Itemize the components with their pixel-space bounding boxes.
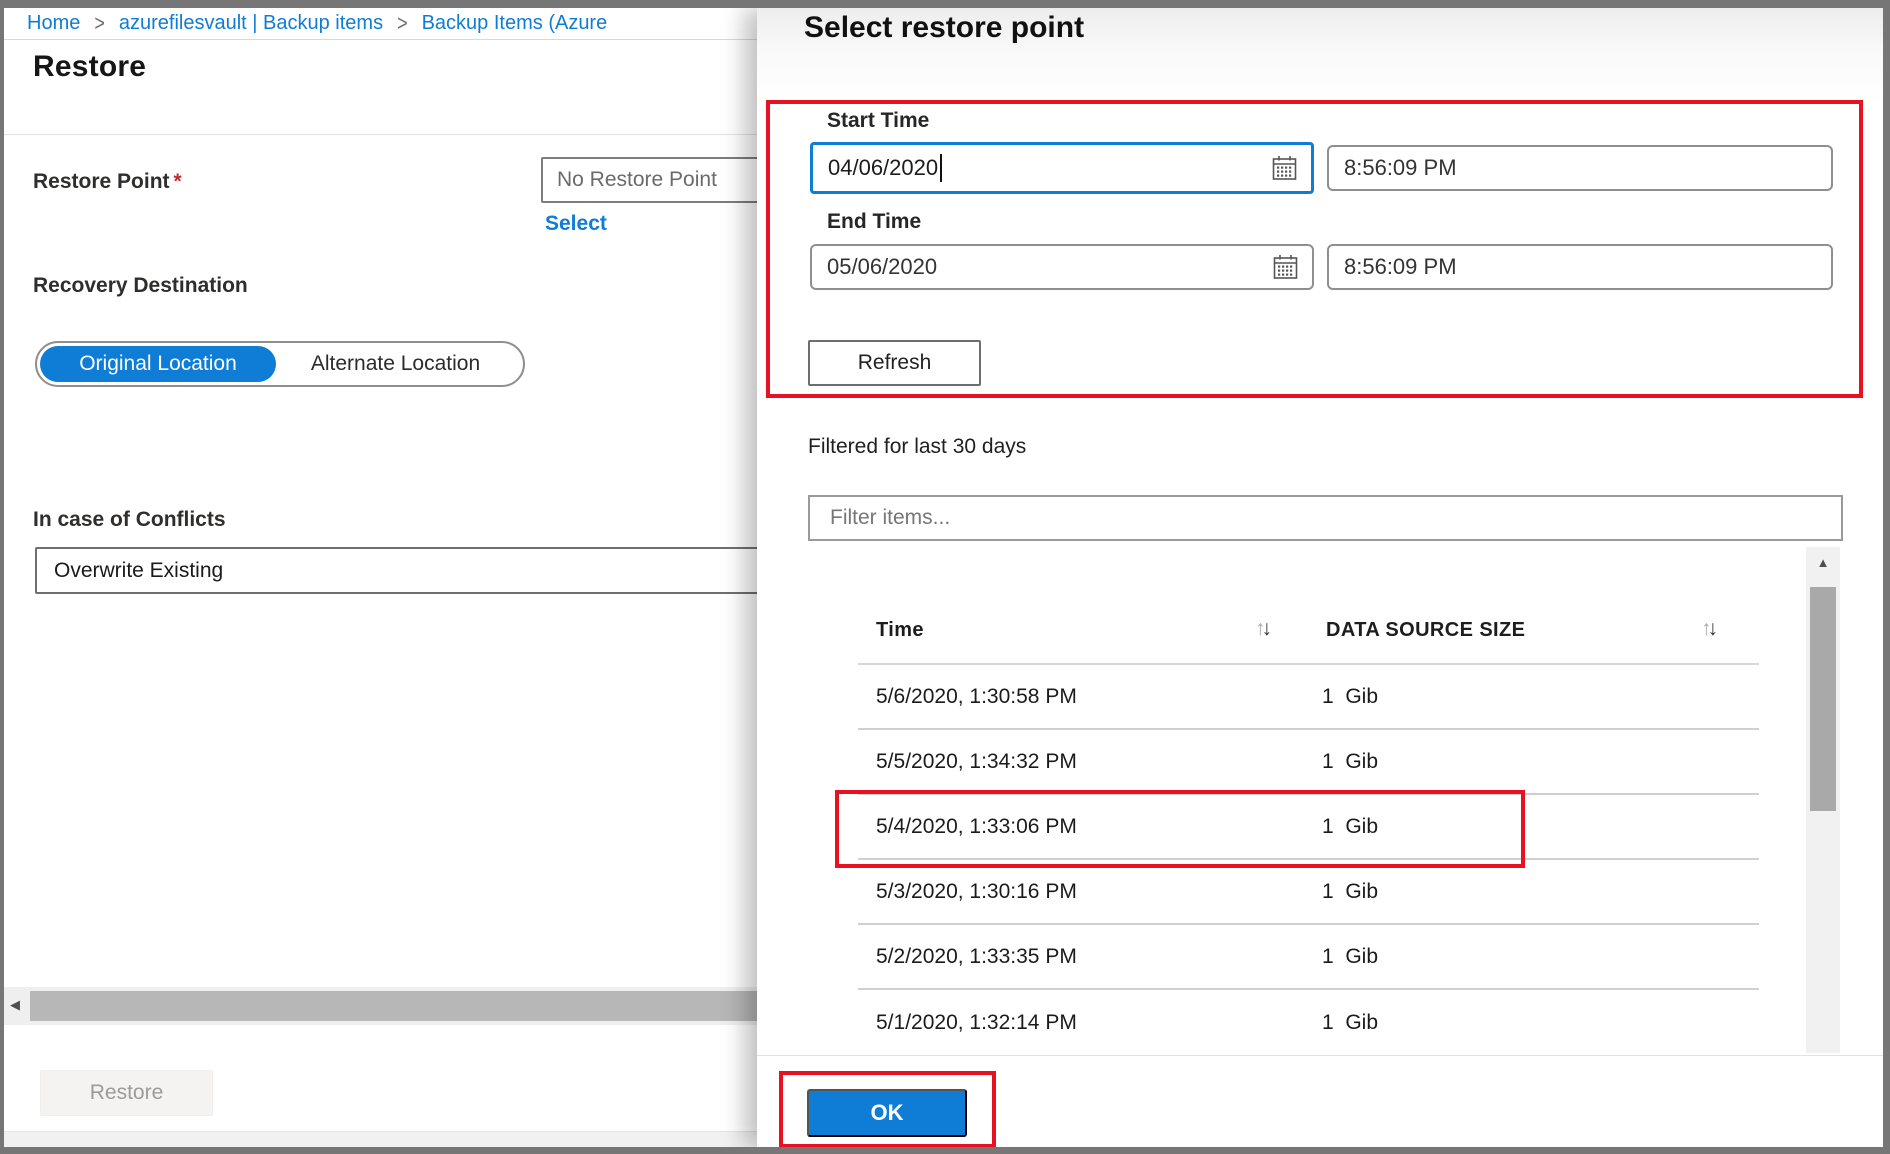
- restore-point-row[interactable]: 5/2/2020, 1:33:35 PM 1 Gib: [858, 925, 1759, 990]
- required-marker: *: [170, 170, 182, 193]
- calendar-icon[interactable]: [1272, 254, 1299, 281]
- row-time: 5/4/2020, 1:33:06 PM: [858, 815, 1322, 839]
- sort-icon[interactable]: ↑↓: [1255, 617, 1272, 641]
- restore-point-row[interactable]: 5/1/2020, 1:32:14 PM 1 Gib: [858, 990, 1759, 1055]
- column-header-data-source-size[interactable]: DATA SOURCE SIZE: [1326, 619, 1525, 642]
- start-date-value: 04/06/2020: [828, 155, 938, 181]
- refresh-button[interactable]: Refresh: [808, 340, 981, 386]
- vertical-scrollbar-thumb[interactable]: [1810, 587, 1836, 811]
- restore-button[interactable]: Restore: [40, 1070, 213, 1116]
- row-time: 5/1/2020, 1:32:14 PM: [858, 1011, 1322, 1035]
- start-time-input[interactable]: 8:56:09 PM: [1327, 145, 1833, 191]
- sort-down-arrow-icon: ↓: [1708, 617, 1719, 640]
- start-date-input[interactable]: 04/06/2020: [810, 142, 1314, 194]
- restore-point-field[interactable]: No Restore Point: [541, 157, 791, 203]
- recovery-destination-label: Recovery Destination: [33, 274, 248, 298]
- conflicts-value: Overwrite Existing: [54, 559, 223, 583]
- row-time: 5/5/2020, 1:34:32 PM: [858, 750, 1322, 774]
- dialog-footer-divider: [757, 1055, 1883, 1056]
- chevron-right-icon: >: [94, 10, 105, 36]
- end-time-input[interactable]: 8:56:09 PM: [1327, 244, 1833, 290]
- page-title: Restore: [33, 50, 146, 84]
- conflicts-dropdown[interactable]: Overwrite Existing: [35, 547, 775, 594]
- horizontal-scrollbar[interactable]: ◀: [4, 987, 757, 1025]
- row-size: 1 Gib: [1322, 945, 1378, 969]
- dialog-title: Select restore point: [804, 11, 1084, 45]
- select-restore-point-link[interactable]: Select: [545, 212, 607, 236]
- restore-point-row[interactable]: 5/4/2020, 1:33:06 PM 1 Gib: [858, 795, 1759, 860]
- restore-point-row[interactable]: 5/5/2020, 1:34:32 PM 1 Gib: [858, 730, 1759, 795]
- row-size: 1 Gib: [1322, 750, 1378, 774]
- restore-point-row[interactable]: 5/6/2020, 1:30:58 PM 1 Gib: [858, 665, 1759, 730]
- restore-point-value: No Restore Point: [557, 168, 717, 192]
- end-time-label: End Time: [827, 210, 921, 234]
- row-time: 5/3/2020, 1:30:16 PM: [858, 880, 1322, 904]
- row-size: 1 Gib: [1322, 1011, 1378, 1035]
- ok-button[interactable]: OK: [807, 1089, 967, 1137]
- calendar-icon[interactable]: [1271, 155, 1298, 182]
- toggle-original-location[interactable]: Original Location: [40, 346, 276, 382]
- start-time-value: 8:56:09 PM: [1344, 155, 1457, 181]
- sort-down-arrow-icon: ↓: [1262, 617, 1273, 640]
- horizontal-scrollbar-thumb[interactable]: [30, 991, 757, 1021]
- breadcrumb-link[interactable]: azurefilesvault | Backup items: [119, 12, 383, 35]
- end-date-input[interactable]: 05/06/2020: [810, 244, 1314, 290]
- restore-point-list: 5/6/2020, 1:30:58 PM 1 Gib 5/5/2020, 1:3…: [858, 665, 1759, 1055]
- end-date-value: 05/06/2020: [827, 254, 937, 280]
- restore-point-row[interactable]: 5/3/2020, 1:30:16 PM 1 Gib: [858, 860, 1759, 925]
- chevron-right-icon: >: [397, 10, 408, 36]
- location-toggle: Original Location Alternate Location: [35, 341, 525, 387]
- row-size: 1 Gib: [1322, 880, 1378, 904]
- text-caret: [940, 154, 942, 182]
- row-size: 1 Gib: [1322, 685, 1378, 709]
- select-restore-point-dialog: Select restore point Start Time 04/06/20…: [757, 8, 1883, 1147]
- screenshot-root: Home > azurefilesvault | Backup items > …: [0, 0, 1890, 1154]
- scroll-left-icon[interactable]: ◀: [10, 997, 20, 1013]
- filtered-days-text: Filtered for last 30 days: [808, 435, 1026, 459]
- row-size: 1 Gib: [1322, 815, 1378, 839]
- toggle-alternate-location[interactable]: Alternate Location: [280, 343, 511, 385]
- scroll-up-icon[interactable]: ▲: [1806, 555, 1840, 570]
- start-time-label: Start Time: [827, 109, 929, 133]
- row-time: 5/6/2020, 1:30:58 PM: [858, 685, 1322, 709]
- divider: [4, 134, 757, 135]
- breadcrumb: Home > azurefilesvault | Backup items > …: [4, 8, 757, 40]
- vertical-scrollbar[interactable]: ▲: [1806, 547, 1840, 1053]
- end-time-value: 8:56:09 PM: [1344, 254, 1457, 280]
- breadcrumb-link[interactable]: Backup Items (Azure: [422, 12, 608, 35]
- conflicts-label: In case of Conflicts: [33, 508, 226, 532]
- column-header-time[interactable]: Time: [876, 619, 924, 642]
- row-time: 5/2/2020, 1:33:35 PM: [858, 945, 1322, 969]
- restore-point-label: Restore Point*: [33, 170, 182, 194]
- breadcrumb-link[interactable]: Home: [27, 12, 80, 35]
- sort-icon[interactable]: ↑↓: [1701, 617, 1718, 641]
- filter-items-input[interactable]: [808, 495, 1843, 541]
- blade-footer-strip: [4, 1131, 757, 1147]
